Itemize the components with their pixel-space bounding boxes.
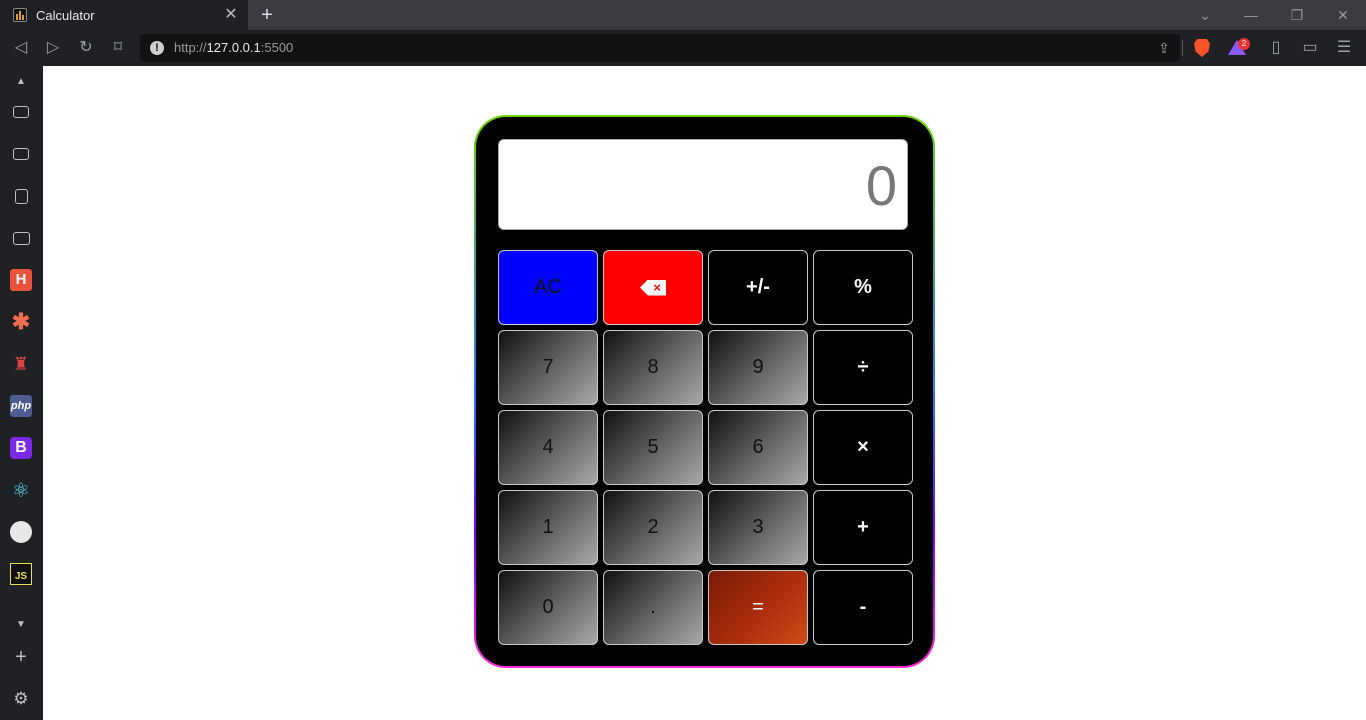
percent-button[interactable]: % xyxy=(813,250,913,325)
divide-button[interactable]: ÷ xyxy=(813,330,913,405)
github-icon[interactable] xyxy=(10,521,32,543)
minimize-button[interactable]: — xyxy=(1240,4,1262,26)
plus-button[interactable]: + xyxy=(813,490,913,565)
calculator-frame: 0 AC × +/- % 7 8 9 ÷ 4 5 6 × 1 2 3 + 0 .… xyxy=(474,115,935,668)
multiply-button[interactable]: × xyxy=(813,410,913,485)
add-sidebar-item-icon[interactable]: + xyxy=(10,646,32,668)
digit-5-button[interactable]: 5 xyxy=(603,410,703,485)
menu-icon[interactable]: ☰ xyxy=(1333,37,1355,59)
backspace-icon: × xyxy=(640,279,666,296)
wallet-icon[interactable]: ▭ xyxy=(1299,37,1321,59)
hackerrank-icon[interactable]: H xyxy=(10,269,32,291)
new-tab-button[interactable]: + xyxy=(256,4,278,26)
browser-toolbar: ◁ ▷ ↻ ⌑ ! http://127.0.0.1:5500 ⇪ 2 ▯ ▭ … xyxy=(0,30,1366,66)
url-text: http://127.0.0.1:5500 xyxy=(174,40,294,55)
bookmark-icon[interactable]: ⌑ xyxy=(107,37,129,59)
reading-list-icon[interactable] xyxy=(10,227,32,249)
toolbar-divider xyxy=(1182,40,1183,56)
digit-2-button[interactable]: 2 xyxy=(603,490,703,565)
digit-0-button[interactable]: 0 xyxy=(498,570,598,645)
digit-1-button[interactable]: 1 xyxy=(498,490,598,565)
browser-sidebar: ▲ H ✱ ♜ php B ⚛ JS ▼ + ⚙ xyxy=(0,66,43,720)
address-bar[interactable]: ! http://127.0.0.1:5500 ⇪ xyxy=(140,34,1180,62)
scroll-down-icon[interactable]: ▼ xyxy=(10,613,32,635)
javascript-icon[interactable]: JS xyxy=(10,563,32,585)
tab-calculator[interactable]: Calculator ✕ xyxy=(0,0,248,30)
sidebar-toggle-icon[interactable]: ▯ xyxy=(1265,37,1287,59)
calculator-body: 0 AC × +/- % 7 8 9 ÷ 4 5 6 × 1 2 3 + 0 .… xyxy=(476,117,933,666)
tab-close-icon[interactable]: ✕ xyxy=(222,6,240,24)
wallet-sidebar-icon[interactable] xyxy=(10,143,32,165)
restore-button[interactable]: ❐ xyxy=(1286,4,1308,26)
rewards-badge: 2 xyxy=(1238,38,1250,50)
bookmarks-sidebar-icon[interactable] xyxy=(10,185,32,207)
sidebar-settings-icon[interactable]: ⚙ xyxy=(10,688,32,710)
digit-3-button[interactable]: 3 xyxy=(708,490,808,565)
close-window-button[interactable]: ✕ xyxy=(1332,4,1354,26)
react-icon[interactable]: ⚛ xyxy=(10,479,32,502)
digit-7-button[interactable]: 7 xyxy=(498,330,598,405)
video-call-icon[interactable] xyxy=(10,101,32,123)
digit-8-button[interactable]: 8 xyxy=(603,330,703,405)
digit-4-button[interactable]: 4 xyxy=(498,410,598,485)
tower-app-icon[interactable]: ♜ xyxy=(10,353,32,375)
minus-button[interactable]: - xyxy=(813,570,913,645)
negate-button[interactable]: +/- xyxy=(708,250,808,325)
reload-button[interactable]: ↻ xyxy=(75,37,97,59)
equals-button[interactable]: = xyxy=(708,570,808,645)
brave-shields-icon[interactable] xyxy=(1194,39,1210,57)
digit-6-button[interactable]: 6 xyxy=(708,410,808,485)
php-icon[interactable]: php xyxy=(10,395,32,417)
tab-bar: Calculator ✕ + ⌄ — ❐ ✕ xyxy=(0,0,1366,30)
tab-title: Calculator xyxy=(36,7,95,23)
calculator-display: 0 xyxy=(498,139,908,230)
calculator-favicon-icon xyxy=(13,8,27,22)
bootstrap-icon[interactable]: B xyxy=(10,437,32,459)
decimal-button[interactable]: . xyxy=(603,570,703,645)
scroll-up-icon[interactable]: ▲ xyxy=(10,70,32,92)
forward-button[interactable]: ▷ xyxy=(42,37,64,59)
tab-search-chevron-icon[interactable]: ⌄ xyxy=(1194,4,1216,26)
digit-9-button[interactable]: 9 xyxy=(708,330,808,405)
delete-button[interactable]: × xyxy=(603,250,703,325)
site-info-icon[interactable]: ! xyxy=(150,41,164,55)
share-icon[interactable]: ⇪ xyxy=(1154,38,1174,58)
back-button[interactable]: ◁ xyxy=(10,37,32,59)
clear-button[interactable]: AC xyxy=(498,250,598,325)
asterisk-app-icon[interactable]: ✱ xyxy=(10,309,32,334)
